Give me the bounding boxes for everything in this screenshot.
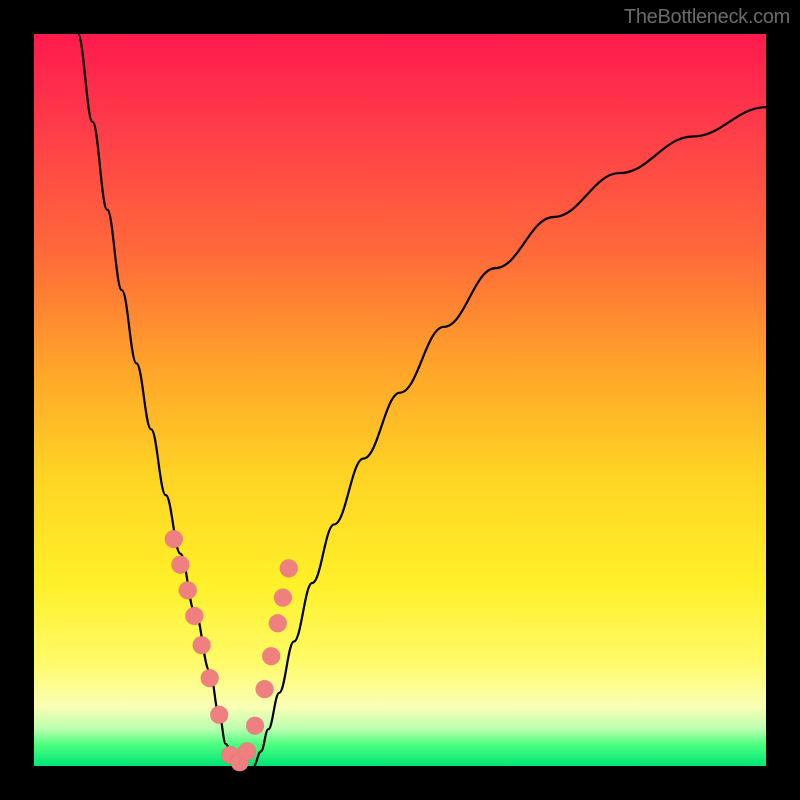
highlight-dot (201, 669, 219, 687)
left-branch-curve (78, 34, 239, 766)
highlight-dot (171, 556, 189, 574)
chart-frame: TheBottleneck.com (0, 0, 800, 800)
highlight-dots (165, 530, 298, 771)
highlight-dot (238, 742, 256, 760)
highlight-dot (210, 706, 228, 724)
highlight-dot (185, 607, 203, 625)
right-branch-curve (254, 107, 766, 766)
highlight-dot (280, 559, 298, 577)
highlight-dot (256, 680, 274, 698)
plot-area (34, 34, 766, 766)
watermark: TheBottleneck.com (624, 6, 790, 29)
highlight-dot (274, 589, 292, 607)
curve-layer (34, 34, 766, 766)
highlight-dot (193, 636, 211, 654)
highlight-dot (246, 717, 264, 735)
highlight-dot (269, 614, 287, 632)
highlight-dot (179, 581, 197, 599)
highlight-dot (165, 530, 183, 548)
highlight-dot (262, 647, 280, 665)
